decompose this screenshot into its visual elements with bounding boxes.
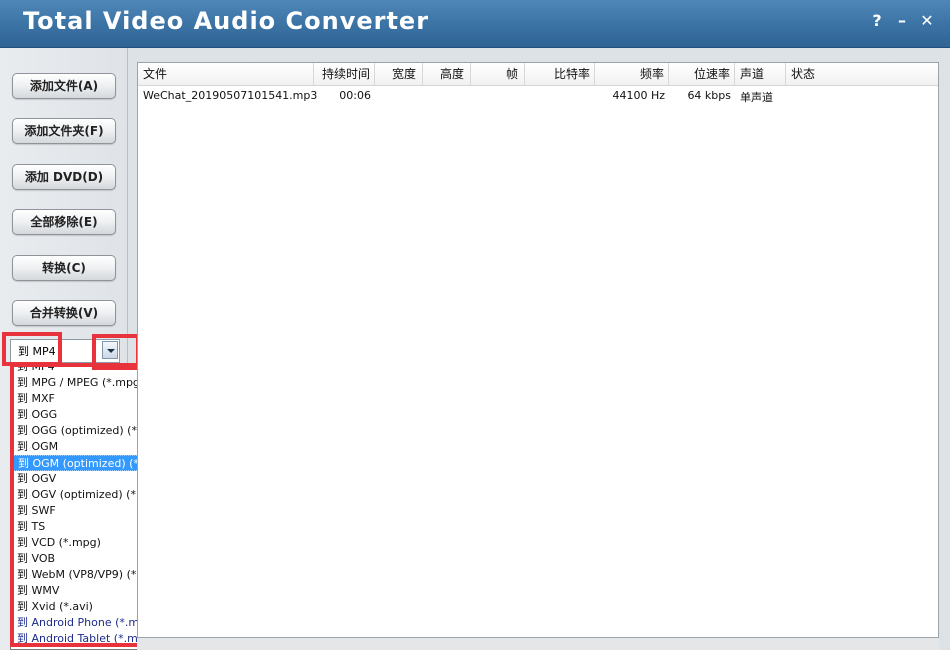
column-header-status[interactable]: 状态: [786, 63, 938, 85]
add-file-button[interactable]: 添加文件(A): [12, 73, 116, 99]
convert-button[interactable]: 转换(C): [12, 255, 116, 281]
minimize-button[interactable]: –: [891, 10, 913, 32]
column-header-bitrate[interactable]: 比特率: [525, 63, 595, 85]
remove-all-button[interactable]: 全部移除(E): [12, 209, 116, 235]
column-header-duration[interactable]: 持续时间: [314, 63, 375, 85]
column-header-height[interactable]: 高度: [423, 63, 471, 85]
column-header-bit-rate[interactable]: 位速率: [669, 63, 735, 85]
column-header-frequency[interactable]: 频率: [595, 63, 669, 85]
cell-duration: 00:06: [339, 89, 371, 102]
cell-file: WeChat_20190507101541.mp3: [143, 89, 318, 102]
app-title: Total Video Audio Converter: [23, 7, 430, 35]
output-format-value: 到 MP4: [18, 345, 56, 358]
chevron-down-icon[interactable]: [102, 341, 118, 359]
help-button[interactable]: ?: [866, 10, 888, 32]
add-dvd-button[interactable]: 添加 DVD(D): [12, 164, 116, 190]
cell-frequency: 44100 Hz: [612, 89, 665, 102]
column-header-file[interactable]: 文件: [138, 63, 314, 85]
title-bar: Total Video Audio Converter ? – ✕: [0, 0, 950, 48]
column-header-width[interactable]: 宽度: [375, 63, 423, 85]
column-header-frames[interactable]: 帧: [471, 63, 525, 85]
close-button[interactable]: ✕: [916, 10, 938, 32]
bottom-scrollbar[interactable]: [137, 638, 939, 650]
merge-convert-button[interactable]: 合并转换(V): [12, 300, 116, 326]
add-folder-button[interactable]: 添加文件夹(F): [12, 118, 116, 144]
cell-bit-rate: 64 kbps: [687, 89, 731, 102]
output-format-select[interactable]: 到 MP4: [10, 339, 120, 363]
column-header-channels[interactable]: 声道: [735, 63, 786, 85]
cell-channels: 单声道: [740, 91, 773, 104]
file-list-panel[interactable]: 文件 持续时间 宽度 高度 帧 比特率 频率 位速率 声道 状态 WeChat_…: [137, 62, 939, 638]
